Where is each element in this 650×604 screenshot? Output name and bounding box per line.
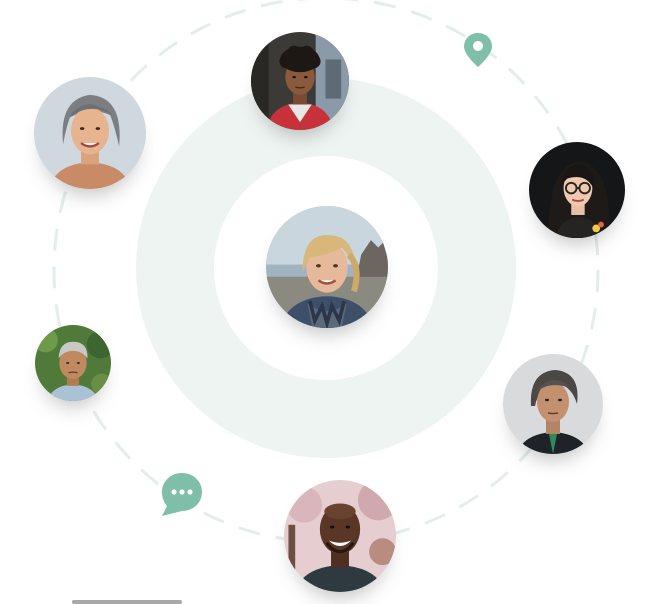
avatar-center-woman xyxy=(266,206,388,328)
chat-bubble-icon xyxy=(156,470,204,518)
map-pin-icon xyxy=(462,31,494,69)
horizontal-scrollbar[interactable] xyxy=(72,600,182,604)
avatar-young-man xyxy=(251,32,349,130)
avatar-older-man xyxy=(35,325,111,401)
avatar-smiling-man xyxy=(284,480,396,592)
people-network-illustration xyxy=(0,0,650,604)
avatar-older-woman xyxy=(34,77,146,189)
avatar-woman-gray-hair xyxy=(503,354,603,454)
avatar-woman-glasses xyxy=(529,142,625,238)
